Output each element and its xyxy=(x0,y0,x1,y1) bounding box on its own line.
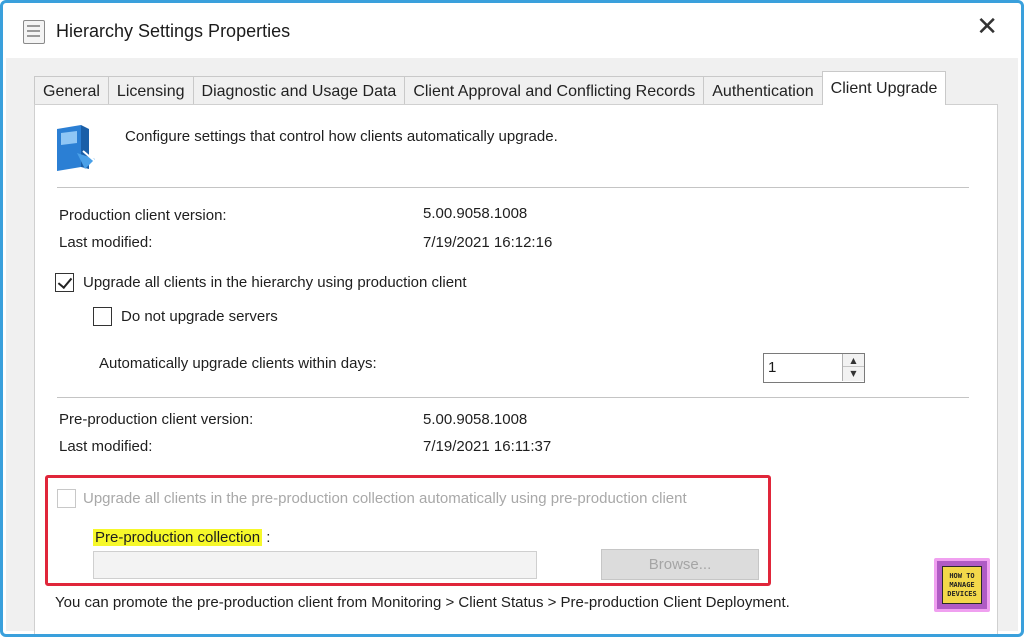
preproduction-collection-label: Pre-production collection xyxy=(93,529,263,546)
stepper-down-icon[interactable]: ▼ xyxy=(843,367,864,380)
how-to-manage-devices-logo: HOW TO MANAGE DEVICES xyxy=(934,558,990,612)
footer-note: You can promote the pre-production clien… xyxy=(55,594,790,611)
preproduction-modified-label: Last modified: xyxy=(59,438,153,455)
preproduction-upgrade-checkbox[interactable] xyxy=(57,489,76,508)
client-upgrade-panel: Configure settings that control how clie… xyxy=(34,104,998,634)
client-upgrade-icon xyxy=(57,125,98,171)
logo-line-3: DEVICES xyxy=(947,590,977,598)
close-icon[interactable]: ✕ xyxy=(976,14,998,40)
do-not-upgrade-servers-checkbox[interactable] xyxy=(93,307,112,326)
logo-line-2: MANAGE xyxy=(949,581,975,589)
divider xyxy=(57,187,969,188)
upgrade-all-clients-label[interactable]: Upgrade all clients in the hierarchy usi… xyxy=(83,274,467,291)
logo-text: HOW TO MANAGE DEVICES xyxy=(942,566,982,604)
tab-licensing[interactable]: Licensing xyxy=(107,76,194,105)
intro-text: Configure settings that control how clie… xyxy=(125,128,558,145)
title-bar: Hierarchy Settings Properties ✕ xyxy=(6,6,1018,58)
production-version-value: 5.00.9058.1008 xyxy=(423,205,528,222)
production-modified-label: Last modified: xyxy=(59,234,153,251)
dialog-body: General Licensing Diagnostic and Usage D… xyxy=(6,58,1018,634)
divider xyxy=(57,397,969,398)
auto-upgrade-days-stepper[interactable]: 1 ▲ ▼ xyxy=(763,353,865,383)
logo-line-1: HOW TO xyxy=(949,572,975,580)
stepper-up-icon[interactable]: ▲ xyxy=(843,354,864,367)
preproduction-collection-field[interactable] xyxy=(93,551,537,579)
tab-client-approval[interactable]: Client Approval and Conflicting Records xyxy=(404,76,705,105)
window-title: Hierarchy Settings Properties xyxy=(56,21,291,41)
do-not-upgrade-servers-label[interactable]: Do not upgrade servers xyxy=(121,308,278,325)
upgrade-all-clients-checkbox[interactable] xyxy=(55,273,74,292)
properties-window-icon xyxy=(23,20,45,44)
tab-diagnostic-usage-data[interactable]: Diagnostic and Usage Data xyxy=(192,76,406,105)
preproduction-version-label: Pre-production client version: xyxy=(59,411,254,428)
tab-strip: General Licensing Diagnostic and Usage D… xyxy=(34,71,947,105)
auto-upgrade-days-value[interactable]: 1 xyxy=(768,359,776,376)
browse-button[interactable]: Browse... xyxy=(601,549,759,580)
tab-general[interactable]: General xyxy=(34,76,109,105)
tab-authentication[interactable]: Authentication xyxy=(703,76,823,105)
preproduction-collection-label-row: Pre-production collection : xyxy=(93,529,270,546)
preproduction-upgrade-label: Upgrade all clients in the pre-productio… xyxy=(83,490,687,507)
preproduction-modified-value: 7/19/2021 16:11:37 xyxy=(423,438,552,455)
auto-upgrade-days-label: Automatically upgrade clients within day… xyxy=(99,355,377,372)
preproduction-version-value: 5.00.9058.1008 xyxy=(423,411,528,428)
tab-client-upgrade[interactable]: Client Upgrade xyxy=(821,71,947,105)
production-modified-value: 7/19/2021 16:12:16 xyxy=(423,234,553,251)
stepper-buttons: ▲ ▼ xyxy=(842,354,864,381)
dialog-window: Hierarchy Settings Properties ✕ General … xyxy=(0,0,1024,637)
production-version-label: Production client version: xyxy=(59,207,227,224)
label-colon: : xyxy=(266,529,271,546)
